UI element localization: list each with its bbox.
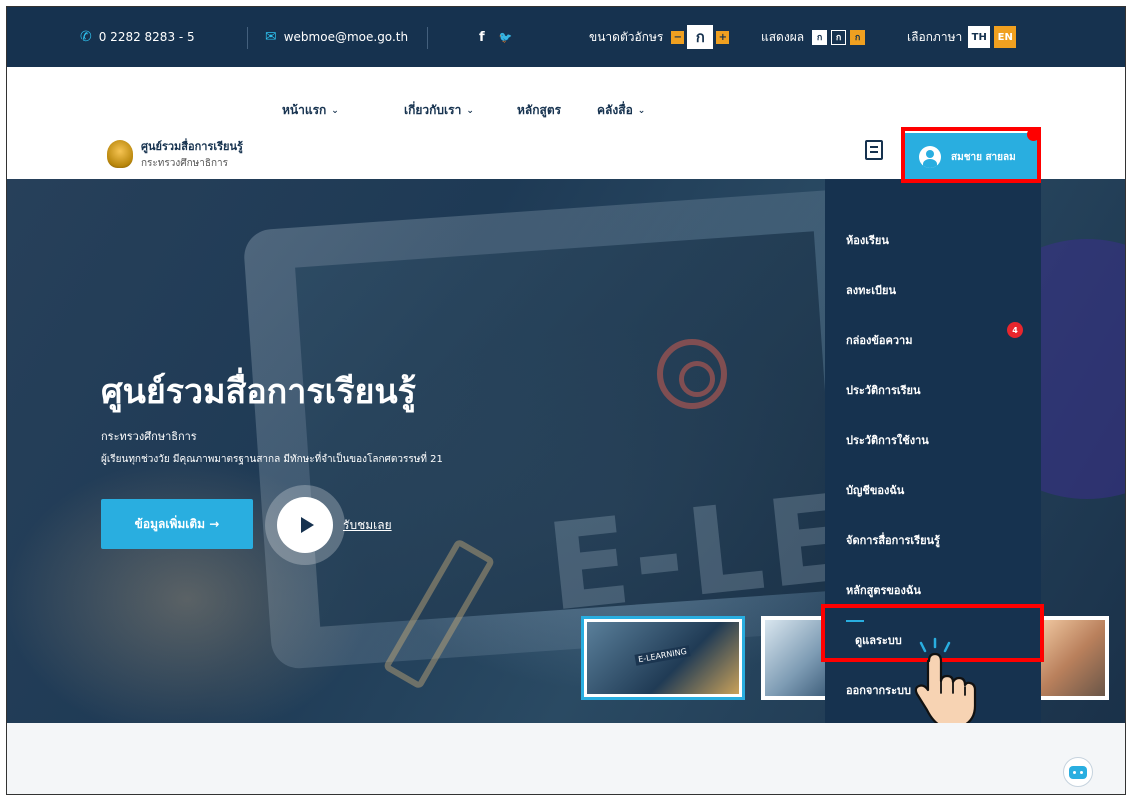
hero-title: ศูนย์รวมสื่อการเรียนรู้ [101,372,416,412]
display-label: แสดงผล [761,29,805,44]
display-contrast-button[interactable]: ก [850,29,866,45]
phone-icon: ✆ [80,29,92,45]
highlight-dot [1027,128,1040,141]
nav-label: หน้าแรก [282,103,327,117]
menu-item-manage-media[interactable]: จัดการสื่อการเรียนรู้ [846,531,940,549]
divider [247,27,248,49]
target-icon [657,339,727,409]
display-mode-control: แสดงผล ก ก ก [761,7,866,67]
menu-item-logout[interactable]: ออกจากระบบ [846,681,911,699]
menu-item-learning-history[interactable]: ประวัติการเรียน [846,381,921,399]
message-count-badge: 4 [1007,322,1023,338]
font-size-control: ขนาดตัวอักษร − ก + [589,7,730,67]
user-button-highlight [901,127,1041,183]
hero-description: ผู้เรียนทุกช่วงวัย มีคุณภาพมาตรฐานสากล ม… [101,454,443,465]
hero-thumbnail[interactable] [581,616,745,700]
menu-item-my-account[interactable]: บัญชีของฉัน [846,481,904,499]
language-en-button[interactable]: EN [994,26,1017,48]
display-dark-button[interactable]: ก [831,29,847,45]
book-icon[interactable] [865,140,883,160]
logo-subtitle: กระทรวงศึกษาธิการ [141,158,229,169]
email-icon: ✉ [265,29,277,45]
nav-label: หลักสูตร [517,103,562,117]
menu-item-usage-history[interactable]: ประวัติการใช้งาน [846,431,929,449]
nav-label: คลังสื่อ [597,103,633,117]
language-label: เลือกภาษา [907,29,963,44]
more-info-button[interactable]: ข้อมูลเพิ่มเติม → [101,499,253,549]
chevron-down-icon: ⌄ [331,105,339,116]
menu-item-register[interactable]: ลงทะเบียน [846,281,896,299]
social-links: f 🐦 [479,7,512,67]
twitter-icon[interactable]: 🐦 [499,31,513,44]
hand-cursor-icon [914,637,977,727]
hero-thumbnail[interactable] [1037,616,1109,700]
logo-title: ศูนย์รวมสื่อการเรียนรู้ [141,140,243,153]
elearning-thumbnail-image [587,622,739,694]
language-th-button[interactable]: TH [968,26,991,48]
facebook-icon[interactable]: f [479,30,485,45]
font-decrease-button[interactable]: − [671,30,685,44]
nav-courses[interactable]: หลักสูตร [517,101,561,120]
site-logo[interactable]: ศูนย์รวมสื่อการเรียนรู้ กระทรวงศึกษาธิกา… [107,137,243,171]
language-control: เลือกภาษา TH EN [907,7,1017,67]
nav-media-library[interactable]: คลังสื่อ ⌄ [597,101,645,120]
display-normal-button[interactable]: ก [812,29,828,45]
play-icon [277,497,333,553]
nav-about[interactable]: เกี่ยวกับเรา ⌄ [404,101,474,120]
nav-home[interactable]: หน้าแรก ⌄ [282,101,339,120]
page-body [7,723,1125,794]
divider [427,27,428,49]
font-size-label: ขนาดตัวอักษร [589,29,664,44]
hero-subtitle: กระทรวงศึกษาธิการ [101,430,197,443]
menu-item-my-courses[interactable]: หลักสูตรของฉัน [846,581,921,599]
ministry-emblem-icon [107,140,133,168]
menu-item-classroom[interactable]: ห้องเรียน [846,231,889,249]
nav-label: เกี่ยวกับเรา [404,103,462,117]
font-increase-button[interactable]: + [716,30,730,44]
chevron-down-icon: ⌄ [637,105,646,116]
chevron-down-icon: ⌄ [466,105,474,116]
chatbot-icon [1069,765,1087,779]
top-bar: ✆ 0 2282 8283 - 5 ✉ webmoe@moe.go.th f 🐦… [7,7,1125,67]
font-default-button[interactable]: ก [687,25,714,49]
phone-number: 0 2282 8283 - 5 [98,30,195,44]
phone-contact[interactable]: ✆ 0 2282 8283 - 5 [80,7,195,67]
watch-now-link[interactable]: รับชมเลย [343,516,392,535]
menu-item-inbox[interactable]: กล่องข้อความ [846,331,912,349]
email-address: webmoe@moe.go.th [283,30,409,44]
classroom-thumbnail-image [765,620,827,696]
chatbot-button[interactable] [1063,757,1093,787]
email-contact[interactable]: ✉ webmoe@moe.go.th [265,7,408,67]
play-video-button[interactable] [265,485,345,565]
child-thumbnail-image [1041,620,1105,696]
browser-viewport: ✆ 0 2282 8283 - 5 ✉ webmoe@moe.go.th f 🐦… [6,6,1126,795]
